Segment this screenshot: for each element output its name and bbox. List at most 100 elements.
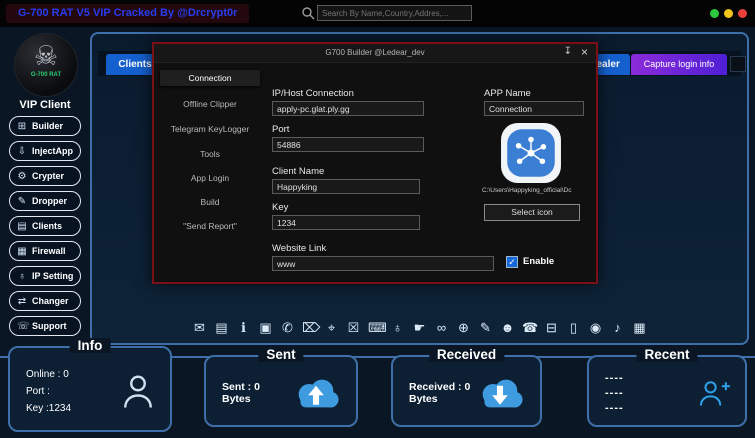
port-input[interactable]	[272, 137, 424, 152]
menu-item-send-report[interactable]: "Send Report"	[160, 218, 260, 234]
mobile-icon[interactable]: ▯	[566, 320, 581, 336]
email-icon[interactable]: ✉	[192, 320, 207, 336]
sidebar-item-label: Support	[32, 321, 67, 331]
recent-entry: ----	[605, 371, 624, 386]
location-icon[interactable]: ⌖	[324, 320, 339, 336]
menu-item-app-login[interactable]: App Login	[160, 170, 260, 186]
client-name-label: Client Name	[272, 166, 324, 177]
sidebar-item-crypter[interactable]: ⚙Crypter	[9, 166, 81, 186]
pen-icon: ✎	[17, 196, 27, 207]
received-panel-title: Received	[429, 347, 504, 362]
user-plus-icon	[697, 378, 731, 408]
app-name-input[interactable]	[484, 101, 584, 116]
menu-item-build[interactable]: Build	[160, 194, 260, 210]
ip-host-input[interactable]	[272, 101, 424, 116]
ip-host-label: IP/Host Connection	[272, 88, 354, 99]
port-label: Port	[272, 124, 289, 135]
enable-checkbox[interactable]: ✓	[506, 256, 518, 268]
sidebar-item-label: Builder	[32, 121, 63, 131]
received-bytes: Received : 0 Bytes	[409, 381, 474, 405]
sidebar-item-clients[interactable]: ▤ Clients	[9, 216, 81, 236]
apps-grid-icon[interactable]: ▦	[632, 320, 647, 336]
dialog-titlebar[interactable]: G700 Builder @Ledear_dev ↧ ×	[154, 44, 596, 63]
globe-icon[interactable]: ♁	[390, 320, 405, 336]
folder-icon[interactable]: ⊟	[544, 320, 559, 336]
received-panel: Received Received : 0 Bytes	[391, 355, 542, 427]
tab-overflow-button[interactable]	[730, 56, 746, 72]
sidebar-item-changer[interactable]: ⇄Changer	[9, 291, 81, 311]
user-add-icon[interactable]: ⊕	[456, 320, 471, 336]
yellow-dot[interactable]	[724, 9, 733, 18]
builder-dialog: G700 Builder @Ledear_dev ↧ × Connection …	[152, 42, 598, 284]
website-link-input[interactable]	[272, 256, 494, 271]
microphone-icon[interactable]: ♪	[610, 320, 625, 336]
sidebar: ☠ G-700 RAT VIP Client ⊞Builder ⇩InjectA…	[2, 30, 88, 348]
recent-entry: ----	[605, 386, 624, 401]
edit-icon[interactable]: ✎	[478, 320, 493, 336]
green-dot[interactable]	[710, 9, 719, 18]
menu-item-connection[interactable]: Connection	[160, 70, 260, 86]
sent-panel: Sent Sent : 0 Bytes	[204, 355, 358, 427]
user-icon	[120, 371, 156, 411]
card-icon: ▤	[17, 221, 27, 232]
sent-panel-title: Sent	[258, 347, 303, 362]
select-icon-button[interactable]: Select icon	[484, 204, 580, 221]
gesture-icon[interactable]: ☛	[412, 320, 427, 336]
phone-icon[interactable]: ☎	[522, 320, 537, 336]
sidebar-item-builder[interactable]: ⊞ Builder	[9, 116, 81, 136]
menu-item-offline-clipper[interactable]: Offline Clipper	[160, 96, 260, 112]
recent-panel-title: Recent	[636, 347, 697, 362]
id-card-icon[interactable]: ▣	[258, 320, 273, 336]
red-dot[interactable]	[738, 9, 747, 18]
search-input[interactable]	[317, 5, 472, 21]
inject-icon: ⇩	[17, 146, 27, 157]
sim-card-icon[interactable]: ▤	[214, 320, 229, 336]
keyboard-icon[interactable]: ⌨	[368, 320, 383, 336]
sidebar-item-label: Dropper	[32, 196, 67, 206]
key-readout: Key :1234	[26, 400, 71, 417]
tab-capture-login-info[interactable]: Capture login info	[631, 54, 727, 75]
user-block-icon[interactable]: ☒	[346, 320, 361, 336]
swap-icon: ⇄	[17, 296, 27, 307]
cloud-download-icon	[474, 375, 526, 412]
app-title: G-700 RAT V5 VIP Cracked By @Drcrypt0r	[6, 4, 249, 23]
sidebar-item-ip-setting[interactable]: ♁ IP Setting	[9, 266, 81, 286]
vip-client-label: VIP Client	[2, 99, 88, 111]
close-icon[interactable]: ×	[581, 45, 588, 59]
enable-label: Enable	[523, 256, 554, 267]
chat-icon[interactable]: ✆	[280, 320, 295, 336]
app-icon-preview[interactable]	[500, 122, 562, 184]
info-icon[interactable]: ℹ	[236, 320, 251, 336]
sidebar-item-support[interactable]: ☏Support	[9, 316, 81, 336]
sidebar-item-label: IP Setting	[32, 271, 73, 281]
sidebar-item-label: Crypter	[32, 171, 64, 181]
sidebar-item-label: Clients	[32, 221, 62, 231]
title-bar: G-700 RAT V5 VIP Cracked By @Drcrypt0r	[0, 0, 755, 27]
feature-icon-row: ✉ ▤ ℹ ▣ ✆ ⌦ ⌖ ☒ ⌨ ♁ ☛ ∞ ⊕ ✎ ☻ ☎ ⊟ ▯ ◉ ♪ …	[192, 320, 647, 336]
dialog-title: G700 Builder @Ledear_dev	[154, 44, 596, 62]
recent-entry: ----	[605, 401, 624, 416]
cloud-upload-icon	[290, 375, 342, 412]
search-icon	[301, 6, 315, 20]
client-name-input[interactable]	[272, 179, 420, 194]
menu-item-tools[interactable]: Tools	[160, 146, 260, 162]
app-name-label: APP Name	[484, 88, 531, 99]
android-icon[interactable]: ☻	[500, 320, 515, 336]
globe-icon: ♁	[17, 271, 27, 282]
logo-text: G-700 RAT	[15, 72, 77, 78]
sidebar-item-label: Firewall	[32, 246, 66, 256]
sidebar-item-firewall[interactable]: ▦ Firewall	[9, 241, 81, 261]
builder-icon: ⊞	[17, 121, 27, 132]
key-label: Key	[272, 202, 288, 213]
key-input[interactable]	[272, 215, 420, 230]
sidebar-item-injectapp[interactable]: ⇩InjectApp	[9, 141, 81, 161]
firewall-icon: ▦	[17, 246, 27, 257]
menu-item-telegram-keylogger[interactable]: Telegram KeyLogger	[160, 121, 260, 137]
sidebar-item-dropper[interactable]: ✎ Dropper	[9, 191, 81, 211]
icon-path-text: C:\Users\Happyking_official\Dc	[482, 187, 600, 194]
online-count: Online : 0	[26, 366, 71, 383]
link-icon[interactable]: ∞	[434, 320, 449, 336]
trash-icon[interactable]: ⌦	[302, 320, 317, 336]
download-icon[interactable]: ↧	[564, 46, 572, 57]
camera-icon[interactable]: ◉	[588, 320, 603, 336]
